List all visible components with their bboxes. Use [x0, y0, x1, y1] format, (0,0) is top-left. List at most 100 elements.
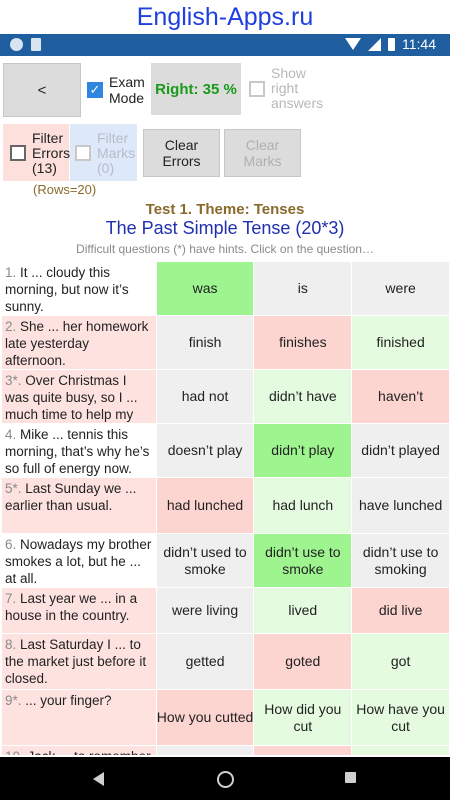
question-number: 8. — [5, 637, 17, 652]
question-row: 7. Last year we ... in a house in the co… — [2, 587, 449, 633]
question-text[interactable]: 3*. Over Christmas I was quite busy, so … — [2, 370, 156, 423]
show-answers-checkbox[interactable] — [249, 80, 265, 97]
question-body: Last year we ... in a house in the count… — [5, 591, 138, 623]
answer-option[interactable]: is — [254, 262, 352, 315]
score-display: Right: 35 % — [151, 63, 241, 115]
clear-errors-button[interactable]: Clear Errors — [143, 129, 220, 177]
show-answers-label: Show right answers — [271, 65, 324, 111]
answer-option[interactable]: were — [352, 262, 449, 315]
question-number: 1. — [5, 265, 17, 280]
answer-option[interactable]: had lunch — [254, 478, 352, 533]
answer-option[interactable]: were living — [156, 588, 254, 633]
question-number: 3*. — [5, 373, 22, 388]
question-number: 5*. — [5, 481, 22, 496]
back-nav-icon[interactable] — [93, 772, 104, 786]
answer-option[interactable]: had lunched — [156, 478, 254, 533]
answer-option[interactable]: didn’t played — [352, 424, 449, 477]
answer-option[interactable]: was — [156, 262, 254, 315]
question-number: 7. — [5, 591, 17, 606]
filter-errors-checkbox[interactable] — [10, 145, 26, 161]
signal-icon — [368, 37, 381, 51]
notification-icon — [10, 38, 23, 51]
battery-icon — [388, 37, 395, 51]
question-text[interactable]: 10. Jack ... to remember — [2, 746, 156, 755]
exam-mode-label: Exam Mode — [109, 74, 145, 106]
question-body: Last Sunday we ... earlier than usual. — [5, 481, 137, 513]
status-bar: 11:44 — [0, 34, 450, 56]
filter-marks-checkbox[interactable] — [75, 145, 91, 161]
answer-option[interactable]: didn’t have — [254, 370, 352, 423]
filter-errors-toggle[interactable]: Filter Errors (13) — [3, 124, 71, 181]
question-text[interactable]: 8. Last Saturday I ... to the market jus… — [2, 634, 156, 689]
home-nav-icon[interactable] — [217, 771, 234, 788]
test-title: Test 1. Theme: Tenses — [145, 201, 305, 218]
question-row: 10. Jack ... to remember — [2, 745, 449, 755]
answer-option[interactable] — [352, 746, 449, 755]
question-number: 6. — [5, 537, 17, 552]
question-table: 1. It ... cloudy this morning, but now i… — [2, 261, 449, 755]
answer-option[interactable]: did live — [352, 588, 449, 633]
answer-option[interactable]: goted — [254, 634, 352, 689]
answer-option[interactable]: didn’t used to smoke — [156, 534, 254, 587]
answer-option[interactable]: finished — [352, 316, 449, 369]
answer-option[interactable] — [156, 746, 254, 755]
status-time: 11:44 — [402, 36, 436, 52]
question-text[interactable]: 7. Last year we ... in a house in the co… — [2, 588, 156, 633]
question-body: Jack ... to remember — [24, 749, 151, 755]
question-text[interactable]: 1. It ... cloudy this morning, but now i… — [2, 262, 156, 315]
question-row: 3*. Over Christmas I was quite busy, so … — [2, 369, 449, 423]
question-row: 9*. ... your finger? How you cutted How di… — [2, 689, 449, 745]
answer-option[interactable]: getted — [156, 634, 254, 689]
answer-option[interactable]: had not — [156, 370, 254, 423]
answer-option[interactable] — [254, 746, 352, 755]
question-body: Mike ... tennis this morning, that’s why… — [5, 427, 150, 476]
question-row: 2. She ... her homework late yesterday a… — [2, 315, 449, 369]
answer-option[interactable]: How you cutted — [156, 690, 254, 745]
answer-option[interactable]: didn’t use to smoke — [254, 534, 352, 587]
question-row: 6. Nowadays my brother smokes a lot, but… — [2, 533, 449, 587]
answer-option[interactable]: How have you cut — [352, 690, 449, 745]
answer-option[interactable]: finishes — [254, 316, 352, 369]
hint-text: Difficult questions (*) have hints. Clic… — [76, 242, 374, 256]
back-button[interactable]: < — [3, 63, 81, 117]
question-number: 9*. — [5, 693, 22, 708]
question-text[interactable]: 4. Mike ... tennis this morning, that’s … — [2, 424, 156, 477]
question-text[interactable]: 5*. Last Sunday we ... earlier than usua… — [2, 478, 156, 533]
question-text[interactable]: 9*. ... your finger? — [2, 690, 156, 745]
wifi-icon — [345, 38, 361, 50]
recents-nav-icon[interactable] — [345, 772, 356, 783]
answer-option[interactable]: didn’t play — [254, 424, 352, 477]
question-row: 5*. Last Sunday we ... earlier than usua… — [2, 477, 449, 533]
banner-title: English-Apps.ru — [136, 3, 314, 31]
topic-title: The Past Simple Tense (20*3) — [105, 218, 345, 238]
question-body: She ... her homework late yesterday afte… — [5, 319, 149, 368]
filter-marks-label: Filter Marks (0) — [97, 130, 136, 176]
question-text[interactable]: 6. Nowadays my brother smokes a lot, but… — [2, 534, 156, 587]
answer-option[interactable]: haven’t — [352, 370, 449, 423]
question-number: 4. — [5, 427, 17, 442]
answer-option[interactable]: got — [352, 634, 449, 689]
answer-option[interactable]: lived — [254, 588, 352, 633]
question-number: 10. — [5, 749, 24, 755]
clear-marks-button[interactable]: Clear Marks — [224, 129, 301, 177]
answer-option[interactable]: have lunched — [352, 478, 449, 533]
filter-errors-label: Filter Errors (13) — [32, 130, 71, 176]
sim-card-icon — [31, 38, 41, 51]
exam-mode-toggle[interactable]: ✓ Exam Mode — [87, 74, 145, 106]
answer-option[interactable]: didn’t use to smoking — [352, 534, 449, 587]
answer-option[interactable]: How did you cut — [254, 690, 352, 745]
show-answers-toggle[interactable]: Show right answers — [249, 66, 323, 111]
answer-option[interactable]: finish — [156, 316, 254, 369]
rows-count: (Rows=20) — [33, 182, 97, 197]
question-text[interactable]: 2. She ... her homework late yesterday a… — [2, 316, 156, 369]
app-banner: English-Apps.ru — [0, 0, 450, 34]
question-body: Nowadays my brother smokes a lot, but he… — [5, 537, 152, 586]
question-body: Over Christmas I was quite busy, so I ..… — [5, 373, 138, 422]
filter-marks-toggle[interactable]: Filter Marks (0) — [70, 124, 137, 181]
navigation-bar — [0, 757, 450, 800]
question-row: 4. Mike ... tennis this morning, that’s … — [2, 423, 449, 477]
exam-mode-checkbox[interactable]: ✓ — [87, 82, 103, 98]
question-row: 8. Last Saturday I ... to the market jus… — [2, 633, 449, 689]
answer-option[interactable]: doesn’t play — [156, 424, 254, 477]
question-body: It ... cloudy this morning, but now it’s… — [5, 265, 129, 314]
